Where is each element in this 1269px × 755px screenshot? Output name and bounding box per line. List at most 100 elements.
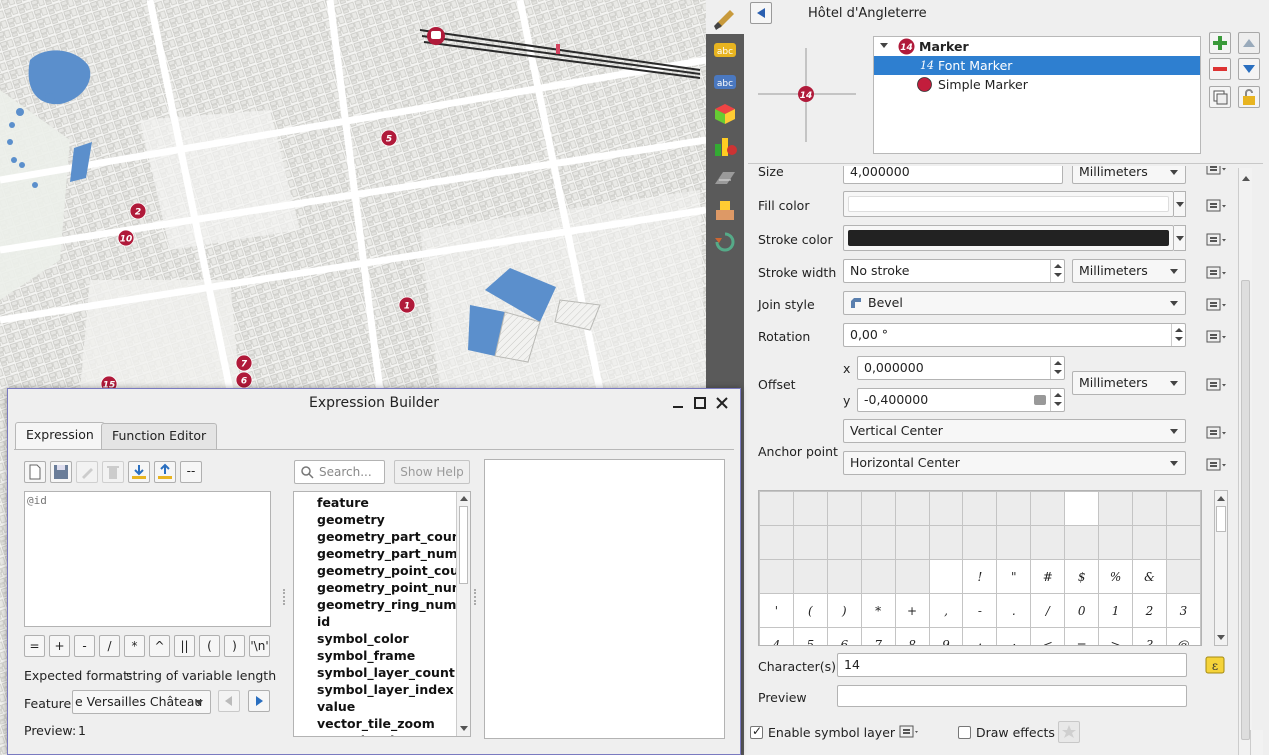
charmap-cell[interactable] <box>792 559 828 594</box>
join-style-select[interactable]: Bevel <box>843 291 1186 315</box>
charmap-cell[interactable] <box>928 525 964 560</box>
charmap-cell[interactable] <box>1064 491 1100 526</box>
show-help-button[interactable]: Show Help <box>394 460 470 484</box>
function-list-item[interactable]: symbol_frame <box>317 648 415 663</box>
maximize-button[interactable] <box>692 395 708 411</box>
offset-unit-select[interactable]: Millimeters <box>1072 371 1186 395</box>
expression-editor[interactable]: @id <box>24 491 271 627</box>
charmap-cell[interactable]: / <box>1030 593 1066 628</box>
charmap-cell[interactable] <box>962 491 998 526</box>
new-file-button[interactable] <box>24 461 46 483</box>
function-search-input[interactable]: Search... <box>294 460 385 484</box>
charmap-cell[interactable]: " <box>996 559 1032 594</box>
charmap-cell[interactable] <box>996 525 1032 560</box>
panel-scroll-bottom[interactable] <box>1250 730 1263 755</box>
function-list[interactable]: feature geometry geometry_part_countgeomet… <box>293 491 471 737</box>
map-marker-1[interactable]: 1 <box>398 296 416 314</box>
operator-button[interactable]: = <box>24 635 45 657</box>
data-defined-override-button[interactable] <box>1202 326 1226 348</box>
charmap-cell[interactable] <box>894 559 930 594</box>
feature-select[interactable]: e Versailles Château <box>72 690 211 714</box>
charmap-cell[interactable]: ; <box>996 627 1032 645</box>
charmap-cell[interactable]: 5 <box>792 627 828 645</box>
charmap-cell[interactable] <box>1064 525 1100 560</box>
charmap-scroll-thumb[interactable] <box>1216 506 1226 532</box>
charmap-cell[interactable] <box>826 491 862 526</box>
add-layer-button[interactable] <box>1209 32 1231 54</box>
operator-button[interactable]: * <box>124 635 145 657</box>
charmap-cell[interactable]: ' <box>759 593 794 628</box>
paintbrush-tab[interactable] <box>706 0 744 34</box>
function-list-item[interactable]: feature <box>317 495 369 510</box>
data-defined-override-button[interactable] <box>1202 454 1226 476</box>
charmap-cell[interactable] <box>1098 525 1134 560</box>
map-marker-7[interactable]: 7 <box>235 354 253 372</box>
data-defined-override-button[interactable] <box>1202 374 1226 396</box>
charmap-cell[interactable]: , <box>928 593 964 628</box>
charmap-scroll-up-icon[interactable] <box>1217 496 1225 501</box>
3d-view-icon[interactable] <box>713 166 737 190</box>
charmap-scrollbar[interactable] <box>1214 490 1228 646</box>
comment-toggle-button[interactable]: -- <box>180 461 202 483</box>
delete-button[interactable] <box>102 461 124 483</box>
function-list-item[interactable]: zoom_level <box>317 733 394 736</box>
operator-button[interactable]: / <box>99 635 120 657</box>
tree-row-marker[interactable]: 14 Marker <box>874 37 1200 56</box>
rendering-icon[interactable] <box>713 198 737 222</box>
map-marker-10[interactable]: 10 <box>117 229 135 247</box>
label-abc-blue-icon[interactable]: abc <box>713 70 737 94</box>
character-map[interactable]: ! " # $% & '() * +, -./0 1 2 3 4 5 6 7 8 9:; < = >? @ <box>758 490 1202 646</box>
charmap-cell[interactable]: > <box>1098 627 1134 645</box>
clear-value-icon[interactable] <box>1034 395 1046 405</box>
function-list-scrollbar[interactable] <box>456 492 470 736</box>
function-list-item[interactable]: geometry_point_count <box>317 563 470 578</box>
splitter-handle-2[interactable] <box>474 589 476 605</box>
effects-settings-button[interactable] <box>1058 721 1080 743</box>
charmap-cell[interactable]: ! <box>962 559 998 594</box>
charmap-cell[interactable]: & <box>1132 559 1167 594</box>
data-defined-override-button[interactable] <box>1202 422 1226 444</box>
charmap-cell[interactable] <box>962 525 998 560</box>
characters-expression-button[interactable]: ε <box>1202 654 1226 676</box>
charmap-cell[interactable] <box>860 525 896 560</box>
charmap-cell[interactable] <box>792 525 828 560</box>
charmap-cell[interactable] <box>792 491 828 526</box>
operator-button[interactable]: ^ <box>149 635 170 657</box>
properties-scrollbar[interactable] <box>1238 168 1252 755</box>
charmap-cell[interactable]: 1 <box>1098 593 1134 628</box>
function-list-item[interactable]: geometry_part_count <box>317 529 467 544</box>
fill-color-button[interactable] <box>843 191 1174 217</box>
operator-button[interactable]: ( <box>199 635 220 657</box>
operator-button[interactable]: || <box>174 635 195 657</box>
rotation-spinner[interactable] <box>1171 324 1185 346</box>
charmap-cell[interactable]: 6 <box>826 627 862 645</box>
charmap-cell[interactable] <box>759 559 794 594</box>
edit-button[interactable] <box>76 461 98 483</box>
lock-layer-button[interactable] <box>1238 86 1260 108</box>
charmap-cell[interactable]: $ <box>1064 559 1100 594</box>
charmap-cell[interactable] <box>1165 525 1201 560</box>
function-list-item[interactable]: geometry <box>317 512 385 527</box>
properties-scroll-thumb[interactable] <box>1241 280 1250 740</box>
operator-button[interactable]: - <box>74 635 95 657</box>
operator-button[interactable]: '\n' <box>249 635 270 657</box>
fill-color-menu-arrow[interactable] <box>1174 191 1186 217</box>
charmap-cell[interactable]: % <box>1098 559 1134 594</box>
charmap-cell[interactable]: . <box>996 593 1032 628</box>
map-marker-5[interactable]: 5 <box>380 129 398 147</box>
stroke-width-input[interactable]: No stroke <box>843 259 1065 283</box>
history-icon[interactable] <box>713 230 737 254</box>
offset-x-spinner[interactable] <box>1050 357 1064 379</box>
operator-button[interactable]: ) <box>224 635 245 657</box>
stroke-color-button[interactable] <box>843 225 1174 251</box>
charmap-cell[interactable] <box>1030 525 1066 560</box>
function-list-item[interactable]: symbol_layer_index <box>317 682 454 697</box>
scroll-up-icon[interactable] <box>1242 176 1250 181</box>
tab-function-editor[interactable]: Function Editor <box>101 423 218 449</box>
diagram-icon[interactable] <box>713 134 737 158</box>
data-defined-override-button[interactable] <box>1202 195 1226 217</box>
function-list-item[interactable]: symbol_color <box>317 631 409 646</box>
charmap-cell[interactable] <box>1165 559 1201 594</box>
enable-symbol-layer-checkbox[interactable] <box>750 724 763 739</box>
charmap-cell[interactable] <box>1132 491 1167 526</box>
